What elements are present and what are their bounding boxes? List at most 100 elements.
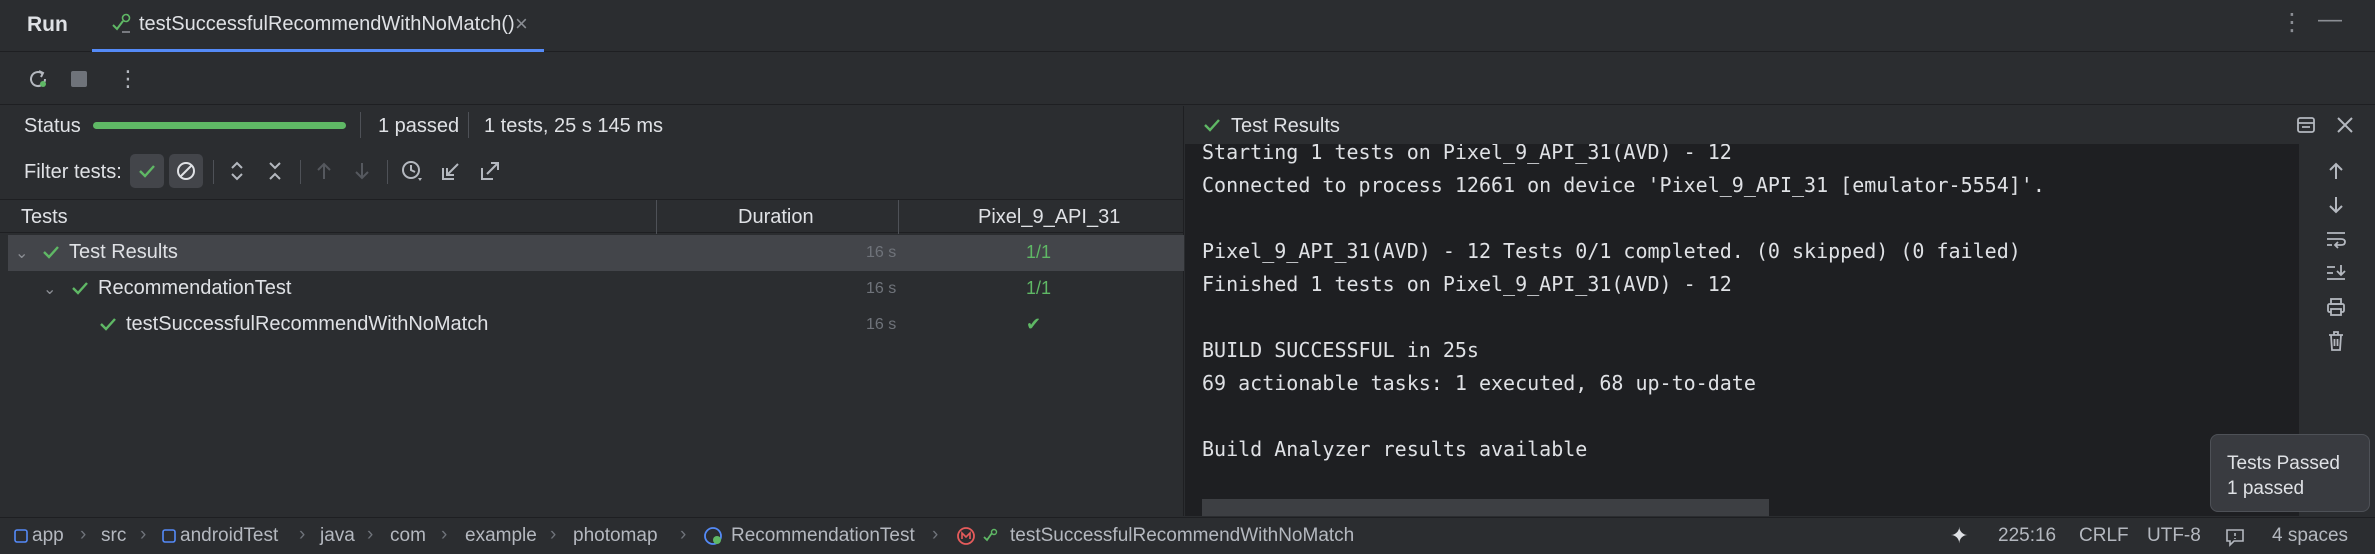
clock-icon	[402, 161, 422, 181]
check-icon	[139, 165, 155, 178]
show-passed-toggle[interactable]	[130, 154, 164, 188]
collapse-all-button[interactable]	[258, 154, 292, 188]
soft-wrap-icon	[2327, 232, 2346, 249]
breadcrumb-example[interactable]: example	[465, 525, 537, 547]
test-run-icon	[112, 13, 131, 33]
breadcrumb-photomap[interactable]: photomap	[573, 525, 658, 547]
comment-icon[interactable]	[2225, 527, 2245, 547]
filter-label: Filter tests:	[24, 161, 122, 183]
scroll-down-button[interactable]	[2321, 190, 2351, 220]
chevron-down-icon[interactable]: ⌄	[43, 279, 56, 299]
console-panel: Starting 1 tests on Pixel_9_API_31(AVD) …	[1185, 106, 2375, 516]
console-line: Build Analyzer results available	[1202, 437, 1588, 461]
filter-toolbar: Filter tests:	[0, 150, 1184, 194]
breadcrumb-androidtest[interactable]: androidTest	[180, 525, 278, 547]
soft-wrap-button[interactable]	[2321, 224, 2351, 254]
run-tool-window-header: Run testSuccessfulRecommendWithNoMatch()…	[0, 0, 2375, 52]
show-ignored-toggle[interactable]	[169, 154, 203, 188]
run-title: Run	[27, 13, 68, 36]
rerun-icon	[30, 70, 47, 88]
import-tests-button[interactable]	[434, 154, 468, 188]
tree-row-test-results[interactable]: ⌄ Test Results 16 s 1/1	[8, 235, 1184, 271]
expand-all-button[interactable]	[220, 154, 254, 188]
column-device[interactable]: Pixel_9_API_31	[978, 206, 1120, 229]
next-failed-button[interactable]	[345, 154, 379, 188]
test-tree-panel: Status 1 passed 1 tests, 25 s 145 ms Fil…	[0, 106, 1184, 516]
tree-row-duration: 16 s	[866, 280, 897, 297]
breadcrumb-src[interactable]: src	[101, 525, 126, 547]
stop-icon	[71, 71, 87, 87]
arrow-up-icon	[2329, 162, 2343, 179]
breadcrumb-java[interactable]: java	[320, 525, 355, 547]
chevron-down-icon[interactable]: ⌄	[15, 243, 28, 263]
trash-icon	[2329, 331, 2343, 351]
run-toolbar: ⋮	[0, 53, 2375, 105]
column-tests[interactable]: Tests	[21, 206, 68, 229]
console-line: Pixel_9_API_31(AVD) - 12 Tests 0/1 compl…	[1202, 239, 2021, 263]
tree-row-recommendation-test[interactable]: ⌄ RecommendationTest 16 s 1/1	[8, 271, 1184, 307]
breadcrumb-app[interactable]: app	[32, 525, 64, 547]
scroll-to-end-icon	[2327, 265, 2346, 280]
clear-all-button[interactable]	[2321, 326, 2351, 356]
breadcrumb-method[interactable]: testSuccessfulRecommendWithNoMatch	[1010, 525, 1354, 547]
tree-row-duration: 16 s	[866, 244, 897, 261]
status-bar: app › src › androidTest › java › com › e…	[0, 517, 2375, 554]
export-icon	[481, 162, 499, 180]
tree-row-duration: 16 s	[866, 316, 897, 333]
vertical-dots-icon: ⋮	[117, 66, 139, 91]
console-output[interactable]: Starting 1 tests on Pixel_9_API_31(AVD) …	[1202, 136, 2262, 516]
minimize-icon[interactable]: —	[2318, 6, 2342, 34]
tree-row-test-method[interactable]: testSuccessfulRecommendWithNoMatch 16 s …	[8, 307, 1184, 343]
toolbar-more-button[interactable]: ⋮	[112, 63, 144, 95]
print-button[interactable]	[2321, 292, 2351, 322]
test-history-button[interactable]	[395, 154, 429, 188]
passed-count: 1 passed	[378, 115, 460, 137]
stop-button[interactable]	[63, 63, 95, 95]
status-row: Status 1 passed 1 tests, 25 s 145 ms	[0, 106, 1184, 144]
ai-assistant-icon[interactable]: ✦	[1950, 523, 1968, 549]
check-icon	[100, 318, 116, 331]
indent-setting[interactable]: 4 spaces	[2272, 525, 2348, 547]
method-icon	[957, 527, 975, 545]
collapse-all-icon	[269, 162, 281, 180]
tests-passed-notification[interactable]: Tests Passed 1 passed	[2210, 434, 2370, 512]
tab-label: testSuccessfulRecommendWithNoMatch()	[139, 13, 515, 35]
test-grid-header: Tests Duration Pixel_9_API_31	[0, 199, 1184, 234]
close-icon[interactable]: ×	[515, 11, 528, 37]
status-label: Status	[24, 115, 81, 137]
class-icon	[704, 527, 722, 545]
tab-run-configuration[interactable]: testSuccessfulRecommendWithNoMatch() ×	[92, 0, 544, 52]
rerun-button[interactable]	[22, 63, 54, 95]
console-line: Connected to process 12661 on device 'Pi…	[1202, 173, 2045, 197]
check-icon	[1204, 119, 1220, 132]
line-ending[interactable]: CRLF	[2079, 525, 2129, 547]
tree-row-result: 1/1	[1026, 278, 1052, 298]
scroll-up-button[interactable]	[2321, 156, 2351, 186]
check-icon	[72, 282, 88, 295]
printer-icon	[2327, 298, 2345, 316]
column-duration[interactable]: Duration	[738, 206, 814, 229]
export-tests-button[interactable]	[473, 154, 507, 188]
notification-body: 1 passed	[2227, 478, 2305, 499]
arrow-down-icon	[2329, 197, 2343, 214]
horizontal-scrollbar[interactable]	[1202, 499, 1769, 516]
previous-failed-button[interactable]	[307, 154, 341, 188]
tree-row-label: RecommendationTest	[98, 277, 292, 299]
tree-row-result: ✔	[1026, 314, 1042, 334]
tree-row-label: testSuccessfulRecommendWithNoMatch	[126, 313, 489, 335]
file-encoding[interactable]: UTF-8	[2147, 525, 2201, 547]
scroll-to-end-button[interactable]	[2321, 258, 2351, 288]
caret-position[interactable]: 225:16	[1998, 525, 2056, 547]
layout-icon[interactable]	[2295, 114, 2317, 136]
breadcrumb-class[interactable]: RecommendationTest	[731, 525, 915, 547]
console-header: Test Results	[1185, 106, 2375, 144]
more-options-icon[interactable]: ⋮	[2280, 8, 2304, 37]
progress-bar	[93, 122, 346, 129]
run-summary: 1 tests, 25 s 145 ms	[484, 115, 663, 137]
console-line: 69 actionable tasks: 1 executed, 68 up-t…	[1202, 371, 1756, 395]
close-icon[interactable]	[2334, 114, 2356, 136]
breadcrumb-com[interactable]: com	[390, 525, 426, 547]
